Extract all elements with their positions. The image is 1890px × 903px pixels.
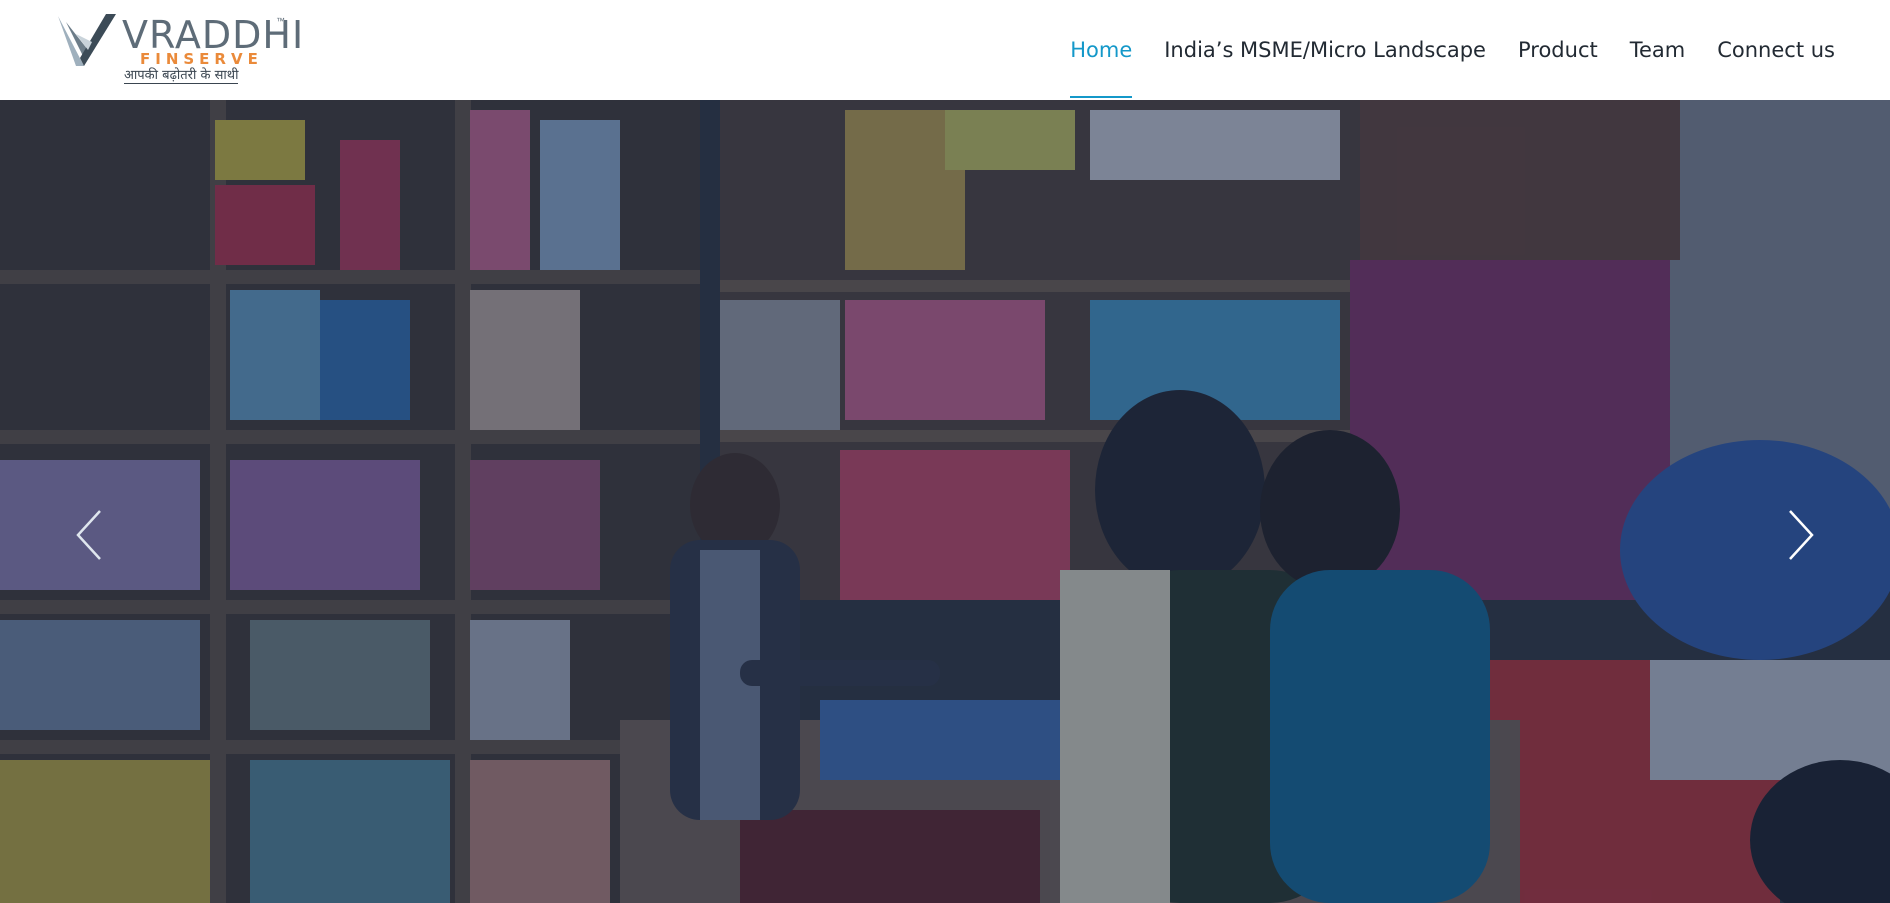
brand-subname: FINSERVE: [140, 50, 263, 68]
main-nav: Home India’s MSME/Micro Landscape Produc…: [1070, 0, 1835, 100]
site-header: VRADDHI ™ FINSERVE आपकी बढ़ोतरी के साथी …: [0, 0, 1890, 100]
chevron-right-icon: [1789, 510, 1814, 560]
nav-product[interactable]: Product: [1518, 0, 1598, 100]
hero-dark-overlay: [0, 100, 1890, 903]
brand-tagline: आपकी बढ़ोतरी के साथी: [124, 68, 239, 84]
nav-connect-us[interactable]: Connect us: [1717, 0, 1835, 100]
carousel-next-button[interactable]: [1780, 505, 1820, 565]
carousel-prev-button[interactable]: [70, 505, 110, 565]
nav-msme-landscape[interactable]: India’s MSME/Micro Landscape: [1164, 0, 1486, 100]
nav-home[interactable]: Home: [1070, 0, 1133, 100]
hero-carousel: [0, 100, 1890, 903]
vraddhi-v-mark-icon: [58, 14, 116, 66]
brand-logo[interactable]: VRADDHI ™ FINSERVE आपकी बढ़ोतरी के साथी: [58, 12, 303, 88]
trademark-symbol: ™: [276, 16, 285, 26]
nav-team[interactable]: Team: [1630, 0, 1686, 100]
chevron-left-icon: [76, 510, 101, 560]
